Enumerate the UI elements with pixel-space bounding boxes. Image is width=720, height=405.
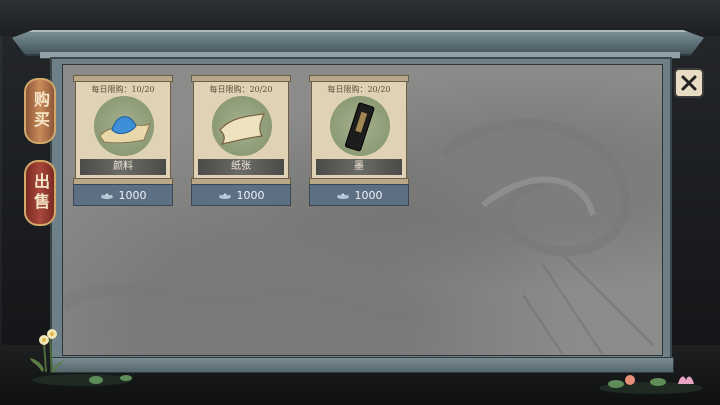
- price-button[interactable]: 1000: [309, 184, 409, 206]
- tab-buy[interactable]: 购买: [24, 78, 56, 144]
- item-name: 墨: [316, 159, 402, 175]
- item-name: 纸张: [198, 159, 284, 175]
- pigment-icon: [99, 116, 151, 144]
- shop-item-card[interactable]: 每日限购：20/20 纸张 1000: [191, 75, 291, 206]
- shop-item-card[interactable]: 每日限购：20/20 墨 1000: [309, 75, 409, 206]
- item-scroll: 每日限购：20/20 墨: [309, 75, 409, 185]
- item-name: 颜料: [80, 159, 166, 175]
- item-scroll: 每日限购：20/20 纸张: [191, 75, 291, 185]
- shop-item-card[interactable]: 每日限购：10/20 颜料 1000: [73, 75, 173, 206]
- close-icon: [681, 75, 697, 91]
- item-scroll: 每日限购：10/20 颜料: [73, 75, 173, 185]
- flower-decoration-icon: [30, 329, 132, 386]
- price-button[interactable]: 1000: [191, 184, 291, 206]
- board-bottom-rail: [50, 357, 674, 373]
- ink-stick-icon: [344, 102, 375, 152]
- price-value: 1000: [354, 188, 383, 202]
- lotus-decoration-icon: [599, 375, 703, 394]
- price-button[interactable]: 1000: [73, 184, 173, 206]
- tab-sell[interactable]: 出售: [24, 160, 56, 226]
- paper-icon: [219, 113, 266, 145]
- price-value: 1000: [236, 188, 265, 202]
- silver-ingot-icon: [336, 193, 349, 199]
- price-value: 1000: [118, 188, 147, 202]
- daily-limit-label: 每日限购：20/20: [209, 85, 273, 94]
- daily-limit-label: 每日限购：20/20: [327, 85, 391, 94]
- silver-ingot-icon: [100, 193, 113, 199]
- daily-limit-label: 每日限购：10/20: [91, 85, 155, 94]
- silver-ingot-icon: [218, 193, 231, 199]
- close-button[interactable]: [674, 68, 704, 98]
